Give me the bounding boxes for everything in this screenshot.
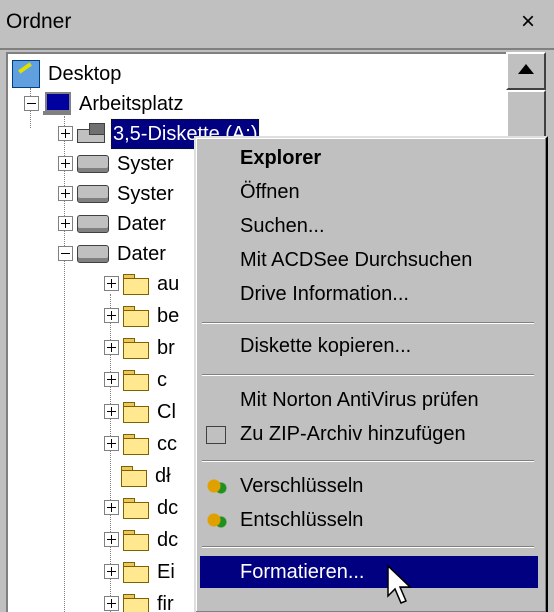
computer-icon bbox=[43, 91, 71, 116]
folder-icon bbox=[121, 465, 147, 487]
arrow-up-icon bbox=[518, 64, 534, 74]
menu-item-norton-antivirus[interactable]: Mit Norton AntiVirus prüfen bbox=[200, 384, 538, 416]
close-icon[interactable]: × bbox=[514, 8, 542, 36]
folder-icon bbox=[123, 369, 149, 391]
folders-panel: Ordner × Desktop Arbeitsplatz 3,5-Disket… bbox=[0, 0, 554, 612]
folder-icon bbox=[123, 273, 149, 295]
desktop-icon bbox=[12, 59, 40, 88]
tree-item-drive[interactable]: Dater bbox=[58, 238, 168, 268]
collapse-icon[interactable] bbox=[24, 96, 39, 112]
zip-icon bbox=[206, 426, 226, 444]
menu-item-acdsee[interactable]: Mit ACDSee Durchsuchen bbox=[200, 244, 538, 276]
tree-item-drive[interactable]: Syster bbox=[58, 148, 176, 178]
panel-title: Ordner bbox=[6, 10, 72, 33]
decrypt-icon bbox=[206, 510, 228, 530]
expand-icon[interactable] bbox=[104, 436, 119, 452]
tree-item-drive[interactable]: Syster bbox=[58, 178, 176, 208]
menu-item-encrypt[interactable]: Verschlüsseln bbox=[200, 470, 538, 502]
menu-item-copy-disk[interactable]: Diskette kopieren... bbox=[200, 330, 538, 362]
expand-icon[interactable] bbox=[58, 156, 73, 172]
folder-icon bbox=[123, 561, 149, 583]
folder-icon bbox=[123, 401, 149, 423]
hard-drive-icon bbox=[77, 154, 109, 173]
panel-titlebar: Ordner × bbox=[0, 0, 554, 50]
tree-item-desktop[interactable]: Desktop bbox=[12, 58, 123, 88]
hard-drive-icon bbox=[77, 184, 109, 203]
tree-item-folder[interactable]: be bbox=[104, 300, 181, 330]
expand-icon[interactable] bbox=[104, 596, 119, 612]
tree-item-drive[interactable]: Dater bbox=[58, 208, 168, 238]
expand-icon[interactable] bbox=[104, 276, 119, 292]
menu-item-drive-information[interactable]: Drive Information... bbox=[200, 278, 538, 310]
tree-item-folder[interactable]: cc bbox=[104, 428, 179, 458]
folder-icon bbox=[123, 433, 149, 455]
tree-item-folder[interactable]: dc bbox=[104, 524, 180, 554]
context-menu: Explorer Öffnen Suchen... Mit ACDSee Dur… bbox=[194, 136, 548, 612]
tree-item-folder[interactable]: br bbox=[104, 332, 177, 362]
menu-separator bbox=[202, 322, 534, 324]
menu-item-explorer[interactable]: Explorer bbox=[200, 142, 538, 174]
tree-item-folder[interactable]: Ei bbox=[104, 556, 177, 586]
menu-separator bbox=[202, 460, 534, 462]
expand-icon[interactable] bbox=[104, 308, 119, 324]
hard-drive-icon bbox=[77, 214, 109, 233]
folder-icon bbox=[123, 593, 149, 612]
tree-item-folder[interactable]: c bbox=[104, 364, 169, 394]
tree-item-folder[interactable]: au bbox=[104, 268, 181, 298]
menu-item-search[interactable]: Suchen... bbox=[200, 210, 538, 242]
tree-item-arbeitsplatz[interactable]: Arbeitsplatz bbox=[24, 88, 186, 118]
menu-separator bbox=[202, 374, 534, 376]
scroll-up-button[interactable] bbox=[506, 52, 546, 90]
folder-icon bbox=[123, 497, 149, 519]
folder-icon bbox=[123, 337, 149, 359]
hard-drive-icon bbox=[77, 244, 109, 263]
expand-icon[interactable] bbox=[104, 372, 119, 388]
folder-icon bbox=[123, 529, 149, 551]
tree-item-folder[interactable]: dc bbox=[104, 492, 180, 522]
expand-icon[interactable] bbox=[58, 216, 73, 232]
tree-item-folder[interactable]: fir bbox=[104, 588, 176, 612]
expand-icon[interactable] bbox=[104, 564, 119, 580]
menu-item-open[interactable]: Öffnen bbox=[200, 176, 538, 208]
tree-item-folder[interactable]: dł bbox=[121, 460, 173, 490]
tree-item-folder[interactable]: Cl bbox=[104, 396, 178, 426]
menu-separator bbox=[202, 546, 534, 548]
expand-icon[interactable] bbox=[104, 500, 119, 516]
encrypt-icon bbox=[206, 476, 228, 496]
expand-icon[interactable] bbox=[104, 532, 119, 548]
expand-icon[interactable] bbox=[104, 404, 119, 420]
floppy-drive-icon bbox=[77, 122, 105, 145]
menu-item-format[interactable]: Formatieren... bbox=[200, 556, 538, 588]
menu-item-zip-archive[interactable]: Zu ZIP-Archiv hinzufügen bbox=[200, 418, 538, 450]
menu-item-decrypt[interactable]: Entschlüsseln bbox=[200, 504, 538, 536]
folder-icon bbox=[123, 305, 149, 327]
expand-icon[interactable] bbox=[58, 186, 73, 202]
collapse-icon[interactable] bbox=[58, 246, 73, 262]
expand-icon[interactable] bbox=[104, 340, 119, 356]
expand-icon[interactable] bbox=[58, 126, 73, 142]
